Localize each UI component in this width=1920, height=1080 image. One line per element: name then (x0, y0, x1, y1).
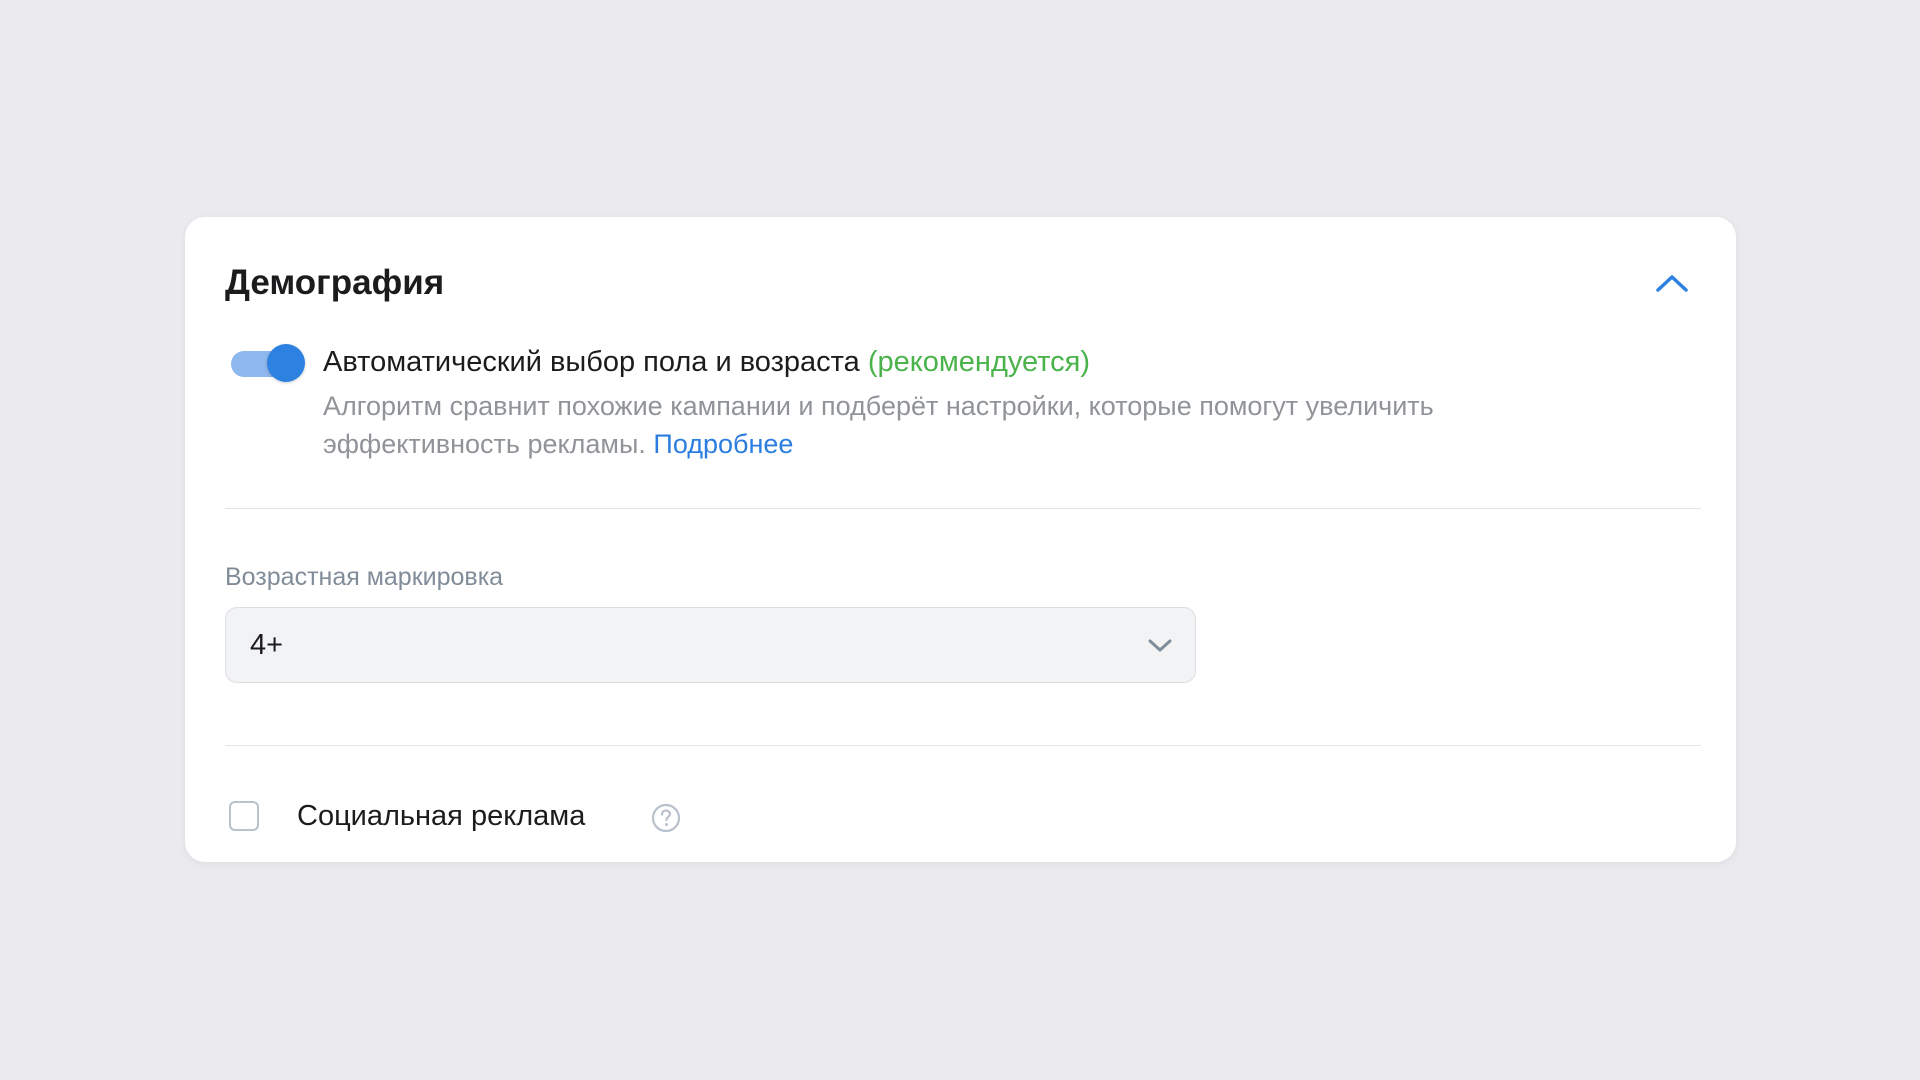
demography-card: Демография Автоматический выбор пола и в… (185, 217, 1736, 862)
divider (225, 745, 1701, 746)
section-title: Демография (225, 263, 445, 302)
auto-demography-text: Автоматический выбор пола и возраста (ре… (323, 337, 1656, 463)
chevron-down-icon (1148, 639, 1172, 652)
more-link[interactable]: Подробнее (653, 429, 793, 459)
age-rating-label: Возрастная маркировка (225, 563, 504, 591)
chevron-up-icon (1656, 275, 1688, 292)
social-ad-label: Социальная реклама (297, 800, 586, 832)
collapse-button[interactable] (1648, 259, 1696, 307)
divider (225, 508, 1701, 509)
age-rating-select[interactable]: 4+ (225, 607, 1196, 683)
auto-demography-label: Автоматический выбор пола и возраста (ре… (323, 337, 1656, 387)
age-rating-value: 4+ (250, 629, 284, 661)
recommended-badge: (рекомендуется) (867, 346, 1091, 378)
auto-demography-label-text: Автоматический выбор пола и возраста (323, 346, 860, 378)
toggle-knob (267, 344, 305, 382)
description-text: Алгоритм сравнит похожие кампании и подб… (323, 391, 1434, 459)
question-circle-icon[interactable] (651, 803, 681, 833)
auto-demography-toggle[interactable] (231, 343, 305, 383)
auto-demography-description: Алгоритм сравнит похожие кампании и подб… (323, 387, 1583, 463)
card-header: Демография (225, 253, 1696, 313)
social-ad-checkbox[interactable] (229, 801, 259, 831)
